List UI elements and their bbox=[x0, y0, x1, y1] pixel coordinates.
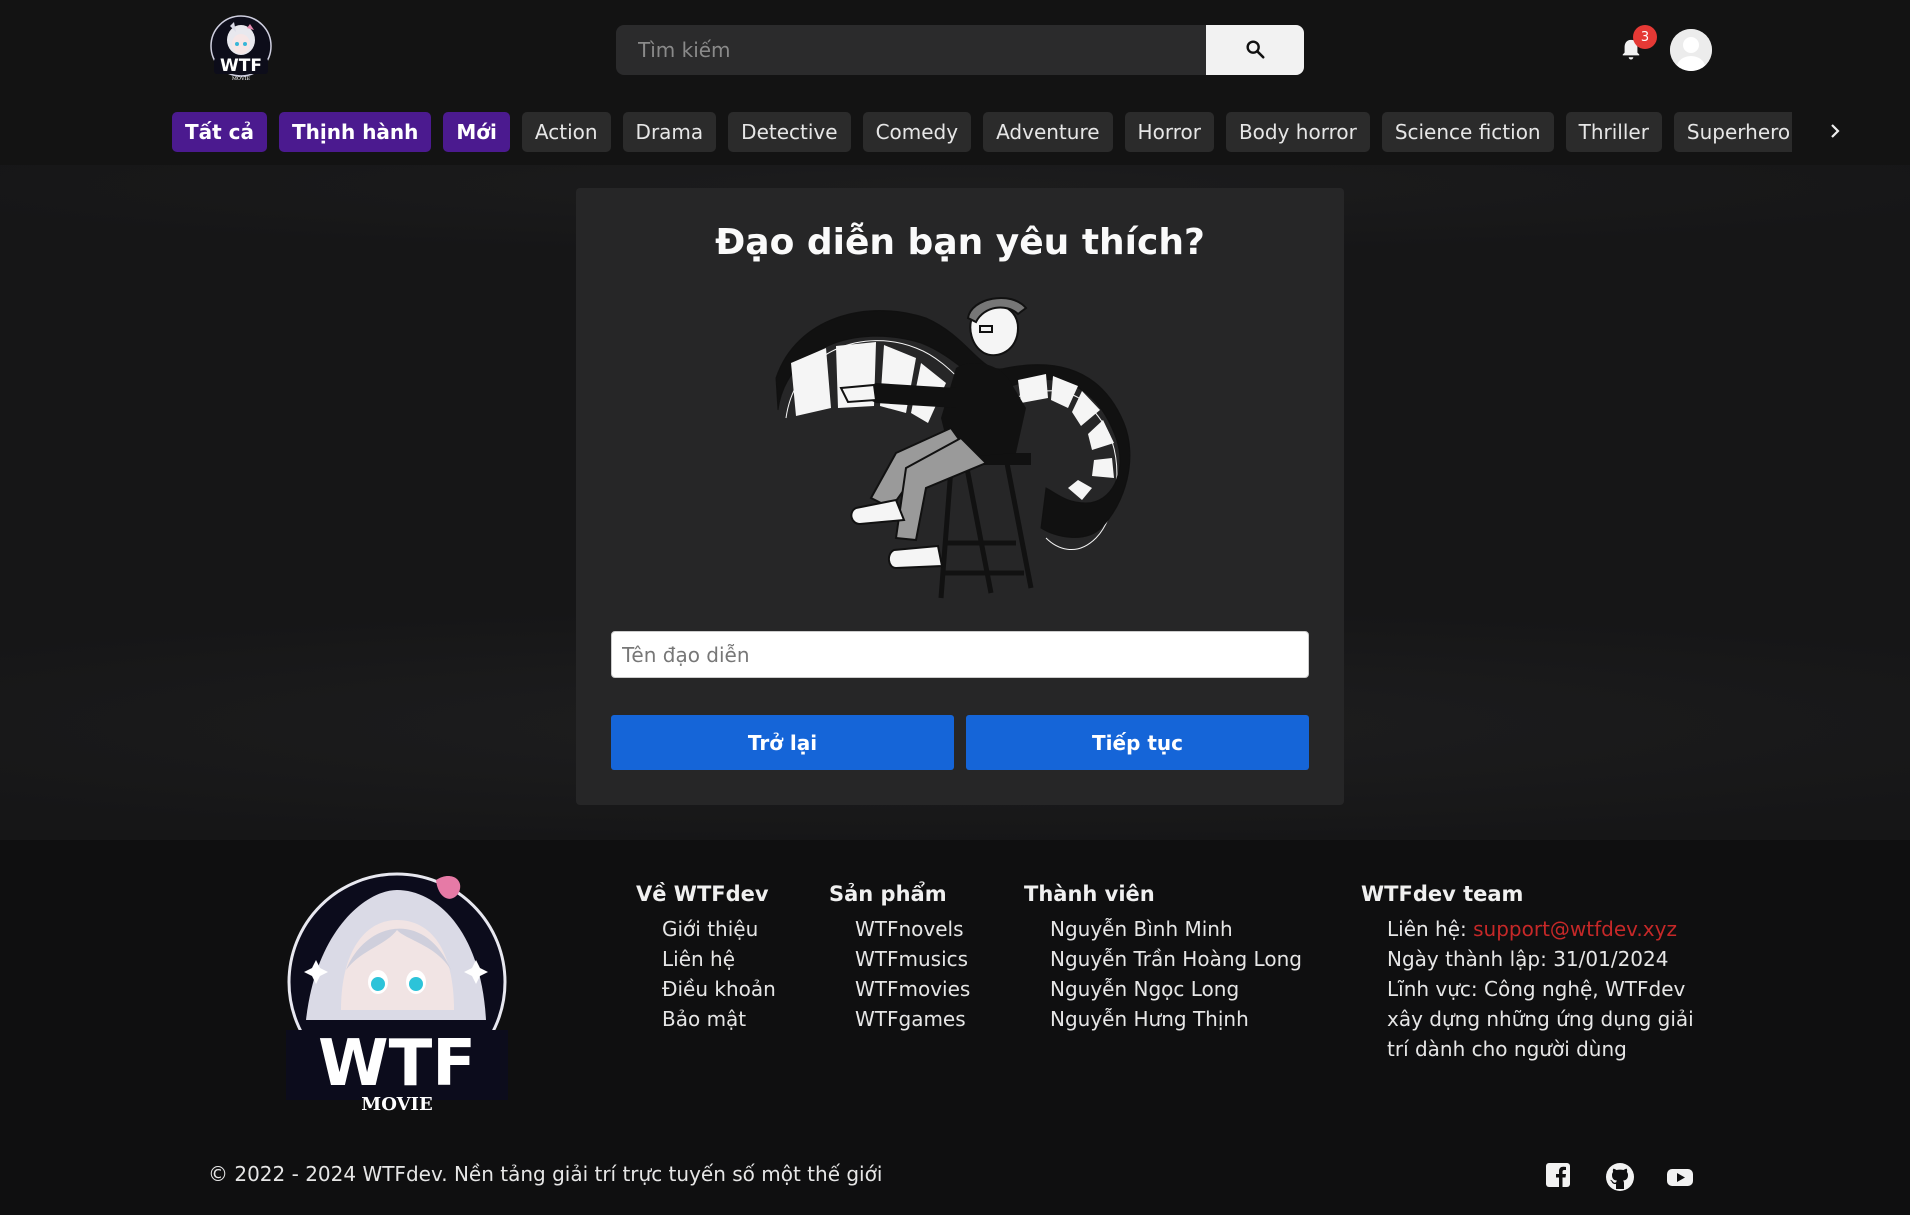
footer-logo-subtext: MOVIE bbox=[361, 1094, 432, 1115]
logo-subtext: MOVIE bbox=[232, 76, 251, 82]
logo-wordmark: WTF bbox=[220, 56, 262, 76]
github-icon bbox=[1605, 1163, 1635, 1196]
footer-col-title: Sản phẩm bbox=[829, 882, 947, 906]
category-chip[interactable]: Mới bbox=[443, 112, 510, 152]
footer-contact-line: Liên hệ: support@wtfdev.xyz bbox=[1387, 914, 1694, 944]
footer-link-games[interactable]: WTFgames bbox=[855, 1004, 970, 1034]
search-input[interactable] bbox=[616, 25, 1206, 75]
category-chip[interactable]: Science fiction bbox=[1381, 112, 1554, 152]
youtube-link[interactable] bbox=[1666, 1162, 1696, 1192]
github-link[interactable] bbox=[1605, 1162, 1635, 1192]
category-chip[interactable]: Horror bbox=[1124, 112, 1214, 152]
footer-field: Lĩnh vực: Công nghệ, WTFdev bbox=[1387, 977, 1686, 1001]
footer-col-team: WTFdev team Liên hệ: support@wtfdev.xyz … bbox=[1361, 882, 1694, 1064]
footer-link-intro[interactable]: Giới thiệu bbox=[662, 914, 776, 944]
footer-field: trí dành cho người dùng bbox=[1387, 1037, 1627, 1061]
top-header: WTF MOVIE 3 Tất cả Thịnh hành Mới Action Dra… bbox=[0, 0, 1910, 165]
user-avatar[interactable] bbox=[1670, 29, 1712, 71]
footer-member: Nguyễn Hưng Thịnh bbox=[1050, 1007, 1249, 1031]
category-chip[interactable]: Superhero bbox=[1673, 112, 1792, 152]
director-name-input[interactable] bbox=[611, 631, 1309, 678]
footer-col-about: Về WTFdev Giới thiệu Liên hệ Điều khoản … bbox=[636, 882, 776, 1034]
footer-founded: Ngày thành lập: 31/01/2024 bbox=[1387, 947, 1669, 971]
footer-member: Nguyễn Bình Minh bbox=[1050, 917, 1233, 941]
footer-member: Nguyễn Trần Hoàng Long bbox=[1050, 947, 1302, 971]
footer-col-title: WTFdev team bbox=[1361, 882, 1524, 906]
footer-link-musics[interactable]: WTFmusics bbox=[855, 944, 970, 974]
site-logo[interactable]: WTF MOVIE bbox=[208, 14, 274, 84]
chevron-right-icon bbox=[1828, 122, 1842, 144]
category-chip[interactable]: Comedy bbox=[862, 112, 972, 152]
footer-col-title: Về WTFdev bbox=[636, 882, 769, 906]
category-chip[interactable]: Tất cả bbox=[172, 112, 268, 152]
search-button[interactable] bbox=[1206, 25, 1304, 75]
site-footer: WTF MOVIE Về WTFdev Giới thiệu Liên hệ Đ… bbox=[0, 840, 1910, 1215]
director-illustration bbox=[756, 288, 1176, 608]
footer-link-movies[interactable]: WTFmovies bbox=[855, 974, 970, 1004]
category-bar: Tất cả Thịnh hành Mới Action Drama Detective C… bbox=[172, 112, 1792, 154]
footer-member: Nguyễn Ngọc Long bbox=[1050, 977, 1240, 1001]
category-chip[interactable]: Thriller bbox=[1565, 112, 1662, 152]
footer-col-title: Thành viên bbox=[1024, 882, 1155, 906]
category-chip[interactable]: Thịnh hành bbox=[279, 112, 432, 152]
facebook-icon bbox=[1545, 1163, 1571, 1192]
category-chip[interactable]: Drama bbox=[622, 112, 717, 152]
contact-label: Liên hệ: bbox=[1387, 917, 1474, 941]
contact-email-link[interactable]: support@wtfdev.xyz bbox=[1473, 917, 1677, 941]
category-chip[interactable]: Body horror bbox=[1225, 112, 1370, 152]
footer-link-contact[interactable]: Liên hệ bbox=[662, 944, 776, 974]
footer-link-privacy[interactable]: Bảo mật bbox=[662, 1004, 776, 1034]
notification-badge: 3 bbox=[1633, 25, 1657, 49]
continue-button[interactable]: Tiếp tục bbox=[966, 715, 1309, 770]
search-bar bbox=[616, 25, 1304, 75]
category-chip[interactable]: Action bbox=[521, 112, 611, 152]
category-scroll-right[interactable] bbox=[1820, 118, 1850, 148]
footer-field: xây dựng những ứng dụng giải bbox=[1387, 1007, 1694, 1031]
footer-col-members: Thành viên Nguyễn Bình Minh Nguyễn Trần … bbox=[1024, 882, 1302, 1034]
footer-logo-wordmark: WTF bbox=[318, 1027, 476, 1101]
footer-logo: WTF MOVIE bbox=[286, 870, 508, 1115]
search-icon bbox=[1244, 38, 1266, 63]
category-chip[interactable]: Detective bbox=[728, 112, 851, 152]
facebook-link[interactable] bbox=[1545, 1162, 1575, 1192]
question-title: Đạo diễn bạn yêu thích? bbox=[715, 222, 1205, 263]
copyright-text: © 2022 - 2024 WTFdev. Nền tảng giải trí … bbox=[208, 1162, 883, 1186]
back-button[interactable]: Trở lại bbox=[611, 715, 954, 770]
director-question-card: Đạo diễn bạn yêu thích? Tên đạo diễn Trở… bbox=[576, 188, 1344, 805]
footer-link-terms[interactable]: Điều khoản bbox=[662, 974, 776, 1004]
footer-link-novels[interactable]: WTFnovels bbox=[855, 914, 970, 944]
footer-col-products: Sản phẩm WTFnovels WTFmusics WTFmovies W… bbox=[829, 882, 970, 1034]
youtube-icon bbox=[1666, 1169, 1694, 1196]
category-chip[interactable]: Adventure bbox=[983, 112, 1113, 152]
